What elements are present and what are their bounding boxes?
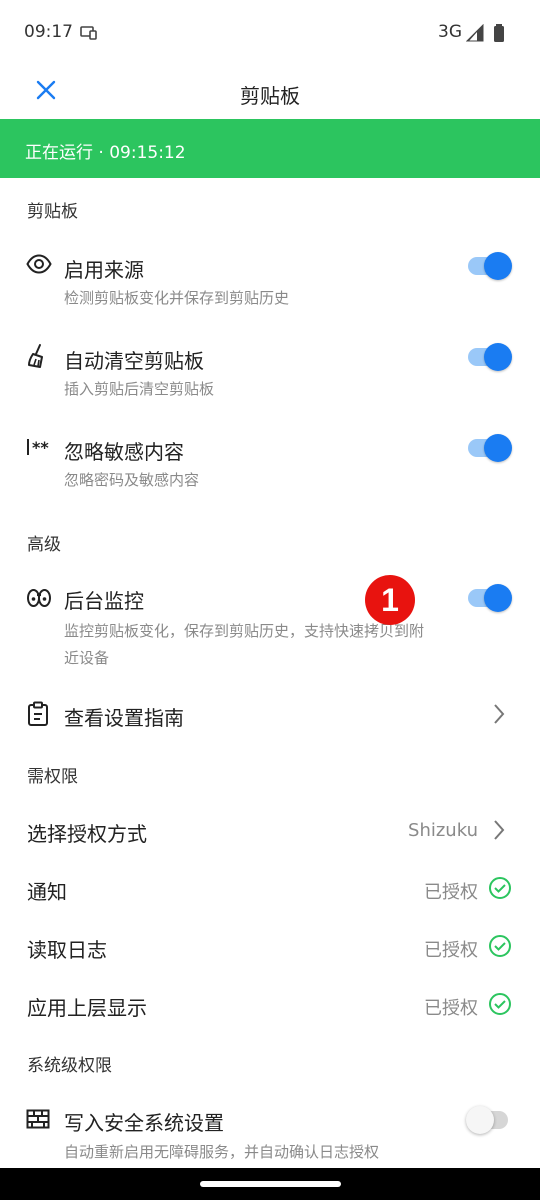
setting-title: 自动清空剪贴板 (64, 349, 204, 373)
setting-subtitle: 监控剪贴板变化，保存到剪贴历史，支持快速拷贝到附近设备 (64, 622, 425, 667)
section-header-advanced: 高级 (27, 535, 61, 555)
annotation-badge: 1 (365, 575, 415, 625)
permission-status: 已授权 (424, 940, 478, 961)
secure-settings-toggle[interactable] (466, 1106, 512, 1134)
status-banner: 正在运行 · 09:15:12 (0, 119, 540, 178)
setting-title: 选择授权方式 (27, 822, 147, 846)
setting-title: 读取日志 (27, 938, 107, 962)
setting-subtitle: 检测剪贴板变化并保存到剪贴历史 (64, 289, 290, 307)
permission-notification-row[interactable]: 通知 已授权 (0, 862, 540, 914)
section-header-system: 系统级权限 (27, 1056, 112, 1076)
binoculars-icon (26, 585, 52, 613)
auth-method-value: Shizuku (408, 820, 478, 841)
setup-guide-row[interactable]: 查看设置指南 (0, 688, 540, 742)
cast-icon (80, 25, 98, 45)
section-header-clipboard: 剪贴板 (27, 202, 78, 222)
wall-icon (26, 1109, 50, 1133)
home-gesture-handle[interactable] (200, 1181, 341, 1187)
setting-subtitle: 自动重新启用无障碍服务，并自动确认日志授权 (64, 1143, 380, 1161)
setting-title: 通知 (27, 880, 67, 904)
clipboard-icon (26, 701, 50, 731)
setting-title: 启用来源 (64, 258, 144, 282)
permission-status: 已授权 (424, 882, 478, 903)
setting-title: 写入安全系统设置 (64, 1111, 224, 1135)
setting-title: 应用上层显示 (27, 996, 147, 1020)
chevron-right-icon (492, 819, 506, 845)
setting-title: 后台监控 (64, 589, 144, 613)
setting-secure-settings[interactable]: 写入安全系统设置 自动重新启用无障碍服务，并自动确认日志授权 (0, 1094, 540, 1168)
enable-source-toggle[interactable] (466, 252, 512, 280)
setting-background-monitor[interactable]: 后台监控 监控剪贴板变化，保存到剪贴历史，支持快速拷贝到附近设备 (0, 573, 540, 673)
setting-auto-clear[interactable]: 自动清空剪贴板 插入剪贴后清空剪贴板 (0, 331, 540, 411)
svg-text:**: ** (32, 438, 49, 457)
broom-icon (26, 343, 52, 373)
running-status-text: 正在运行 · 09:15:12 (25, 143, 186, 163)
battery-icon (493, 24, 505, 46)
app-bar: 剪贴板 (0, 66, 540, 118)
setting-subtitle: 忽略密码及敏感内容 (64, 471, 200, 489)
permission-status: 已授权 (424, 998, 478, 1019)
eye-icon (26, 254, 52, 278)
check-circle-icon (488, 934, 512, 962)
ignore-sensitive-toggle[interactable] (466, 434, 512, 462)
setting-enable-source[interactable]: 启用来源 检测剪贴板变化并保存到剪贴历史 (0, 240, 540, 320)
auth-method-row[interactable]: 选择授权方式 Shizuku (0, 804, 540, 856)
section-header-permissions: 需权限 (27, 767, 78, 787)
status-time: 09:17 (24, 22, 73, 42)
setting-title: 查看设置指南 (64, 706, 184, 730)
signal-icon (465, 23, 484, 46)
setting-title: 忽略敏感内容 (64, 440, 184, 464)
auto-clear-toggle[interactable] (466, 343, 512, 371)
page-title: 剪贴板 (240, 84, 300, 108)
password-icon: ** (26, 436, 54, 462)
background-monitor-toggle[interactable] (466, 584, 512, 612)
check-circle-icon (488, 992, 512, 1020)
navigation-bar (0, 1168, 540, 1200)
chevron-right-icon (492, 703, 506, 729)
setting-subtitle: 插入剪贴后清空剪贴板 (64, 380, 215, 398)
permission-read-logs-row[interactable]: 读取日志 已授权 (0, 920, 540, 972)
setting-ignore-sensitive[interactable]: ** 忽略敏感内容 忽略密码及敏感内容 (0, 422, 540, 502)
check-circle-icon (488, 876, 512, 904)
network-type: 3G (438, 22, 462, 42)
permission-overlay-row[interactable]: 应用上层显示 已授权 (0, 978, 540, 1030)
status-bar: 09:17 3G (0, 0, 540, 66)
